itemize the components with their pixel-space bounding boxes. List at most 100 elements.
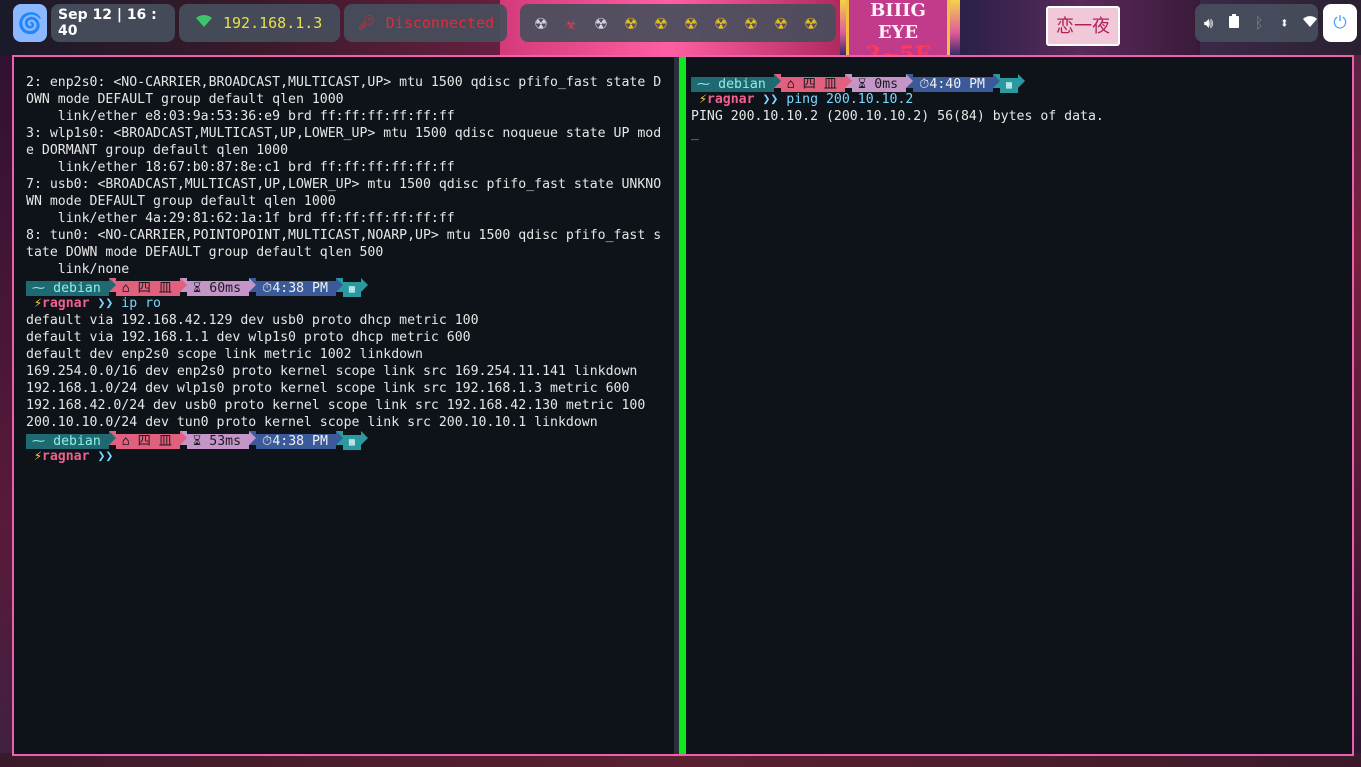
prompt-host: debian	[53, 281, 101, 296]
prompt-end-icon: ▦	[999, 78, 1019, 93]
neon-sign: BIIIG EYE 3~5F	[846, 0, 950, 55]
workspace-7-icon[interactable]: ☢	[710, 12, 732, 34]
prompt-dir: 四 皿	[137, 434, 172, 449]
output-line: link/ether 4a:29:81:62:1a:1f brd ff:ff:f…	[26, 211, 455, 226]
clock-icon: ⏱︎	[262, 281, 273, 296]
debian-logo-icon: ⁓	[32, 434, 54, 449]
wifi-icon	[195, 14, 213, 32]
prompt-end-icon: ▦	[342, 282, 361, 297]
terminal-pane-left[interactable]: 2: enp2s0: <NO-CARRIER,BROADCAST,MULTICA…	[26, 57, 674, 754]
workspace-10-icon[interactable]: ☢	[800, 12, 822, 34]
prompt-elapsed-segment: ⏳︎ 60ms	[187, 281, 250, 296]
powerline-separator	[108, 278, 116, 292]
powerline-separator	[249, 278, 257, 292]
command-line: ⚡ragnar ❯❯ ip ro	[26, 295, 674, 312]
vpn-status: Disconnected	[385, 14, 495, 32]
clock-widget[interactable]: Sep 12 | 16 : 40	[51, 4, 175, 42]
prompt-elapsed-segment: ⏳︎ 53ms	[187, 434, 250, 449]
pane-divider[interactable]	[679, 57, 686, 754]
typed-command: ip ro	[121, 296, 161, 311]
prompt-host-segment: ⁓ debian	[691, 77, 774, 92]
app-launcher-button[interactable]: 🌀	[13, 4, 47, 42]
prompt-elapsed: 53ms	[209, 434, 242, 449]
prompt-dir: 四 皿	[137, 281, 172, 296]
output-line: 192.168.42.0/24 dev usb0 proto kernel sc…	[26, 398, 646, 413]
powerline-separator	[906, 74, 914, 88]
terminal-window: 2: enp2s0: <NO-CARRIER,BROADCAST,MULTICA…	[12, 55, 1354, 756]
workspace-3-icon[interactable]: ☢	[590, 12, 612, 34]
prompt-dir-segment: ⌂ 四 皿	[780, 77, 845, 92]
output-line: default dev enp2s0 scope link metric 100…	[26, 347, 423, 362]
bluetooth-off-icon[interactable]: ᛒ	[1252, 14, 1267, 32]
output-line: link/ether e8:03:9a:53:36:e9 brd ff:ff:f…	[26, 109, 455, 124]
prompt-user: ragnar	[706, 92, 755, 107]
neon-sign-bottom: 3~5F	[865, 42, 931, 55]
home-icon: ⌂	[121, 434, 138, 449]
prompt-time: 4:38 PM	[272, 434, 328, 449]
neon-sign-top: BIIIG EYE	[870, 0, 926, 43]
workspace-2-icon[interactable]: ☣	[560, 12, 582, 34]
command-line: ⚡ragnar ❯❯ ping 200.10.10.2	[691, 91, 1341, 108]
output-line: default via 192.168.42.129 dev usb0 prot…	[26, 313, 479, 328]
prompt-clock-segment: ⏱︎4:38 PM	[256, 434, 336, 449]
workspace-1-icon[interactable]: ☢	[530, 12, 552, 34]
output-line: PING 200.10.10.2 (200.10.10.2) 56(84) by…	[691, 109, 1104, 124]
debian-swirl-icon: 🌀	[17, 11, 43, 35]
output-line: OWN mode DEFAULT group default qlen 1000	[26, 92, 344, 107]
workspace-switcher: ☢ ☣ ☢ ☢ ☢ ☢ ☢ ☢ ☢ ☢	[520, 4, 836, 42]
output-line: 8: tun0: <NO-CARRIER,POINTOPOINT,MULTICA…	[26, 228, 662, 243]
home-icon: ⌂	[121, 281, 138, 296]
wifi-tray-icon[interactable]	[1302, 14, 1318, 32]
bolt-icon: ⚡	[26, 296, 42, 311]
terminal-cursor: _	[691, 126, 699, 141]
output-line: WN mode DEFAULT group default qlen 1000	[26, 194, 336, 209]
prompt-host: debian	[53, 434, 101, 449]
vpn-key-icon: 🔑︎	[358, 15, 376, 31]
output-line: 200.10.10.0/24 dev tun0 proto kernel sco…	[26, 415, 598, 430]
hourglass-icon: ⏳︎	[193, 434, 210, 449]
network-widget[interactable]: 192.168.1.3	[179, 4, 340, 42]
prompt-host-segment: ⁓ debian	[26, 434, 109, 449]
vpn-widget[interactable]: 🔑︎ Disconnected	[344, 4, 507, 42]
prompt-chevrons: ❯❯	[89, 296, 122, 311]
workspace-6-icon[interactable]: ☢	[680, 12, 702, 34]
workspace-8-icon[interactable]: ☢	[740, 12, 762, 34]
prompt-elapsed: 0ms	[874, 77, 899, 92]
prompt-chevrons: ❯❯	[754, 92, 787, 107]
workspace-4-icon[interactable]: ☢	[620, 12, 642, 34]
output-line: 3: wlp1s0: <BROADCAST,MULTICAST,UP,LOWER…	[26, 126, 662, 141]
power-button[interactable]: ⏻	[1323, 4, 1357, 42]
volume-icon[interactable]: 🔊︎	[1201, 14, 1216, 32]
prompt-host-segment: ⁓ debian	[26, 281, 109, 296]
output-line: e DORMANT group default qlen 1000	[26, 143, 289, 158]
output-line: 7: usb0: <BROADCAST,MULTICAST,UP,LOWER_U…	[26, 177, 662, 192]
output-line: 169.254.0.0/16 dev enp2s0 proto kernel s…	[26, 364, 638, 379]
clock-icon: ⏱︎	[919, 77, 930, 92]
prompt-user: ragnar	[41, 296, 90, 311]
prompt-clock-segment: ⏱︎4:40 PM	[913, 77, 993, 92]
terminal-pane-right[interactable]: ⁓ debian ⌂ 四 皿 ⏳︎ 0ms ⏱︎4:40 PM ▦ ⚡ragnar ❯❯…	[691, 57, 1341, 754]
powerline-separator	[360, 278, 368, 292]
workspace-5-icon[interactable]: ☢	[650, 12, 672, 34]
kanji-sign: 恋一夜	[1046, 6, 1120, 46]
workspace-9-icon[interactable]: ☢	[770, 12, 792, 34]
home-icon: ⌂	[786, 77, 803, 92]
prompt-dir-segment: ⌂ 四 皿	[115, 281, 180, 296]
output-line: tate DOWN mode DEFAULT group default qle…	[26, 245, 384, 260]
powerline-separator	[249, 431, 257, 445]
powerline-separator	[360, 431, 368, 445]
prompt-end-icon: ▦	[342, 435, 361, 450]
prompt-elapsed-segment: ⏳︎ 0ms	[852, 77, 907, 92]
prompt-chevrons: ❯❯	[89, 449, 122, 464]
bolt-icon: ⚡	[691, 92, 707, 107]
prompt-time: 4:38 PM	[272, 281, 328, 296]
usb-icon[interactable]: ⬍	[1277, 14, 1292, 32]
power-icon: ⏻	[1333, 13, 1347, 33]
prompt-clock-segment: ⏱︎4:38 PM	[256, 281, 336, 296]
debian-logo-icon: ⁓	[32, 281, 54, 296]
prompt-elapsed: 60ms	[209, 281, 242, 296]
output-line: link/none	[26, 262, 130, 277]
battery-icon[interactable]	[1226, 14, 1241, 32]
debian-logo-icon: ⁓	[697, 77, 719, 92]
output-line: 192.168.1.0/24 dev wlp1s0 proto kernel s…	[26, 381, 630, 396]
